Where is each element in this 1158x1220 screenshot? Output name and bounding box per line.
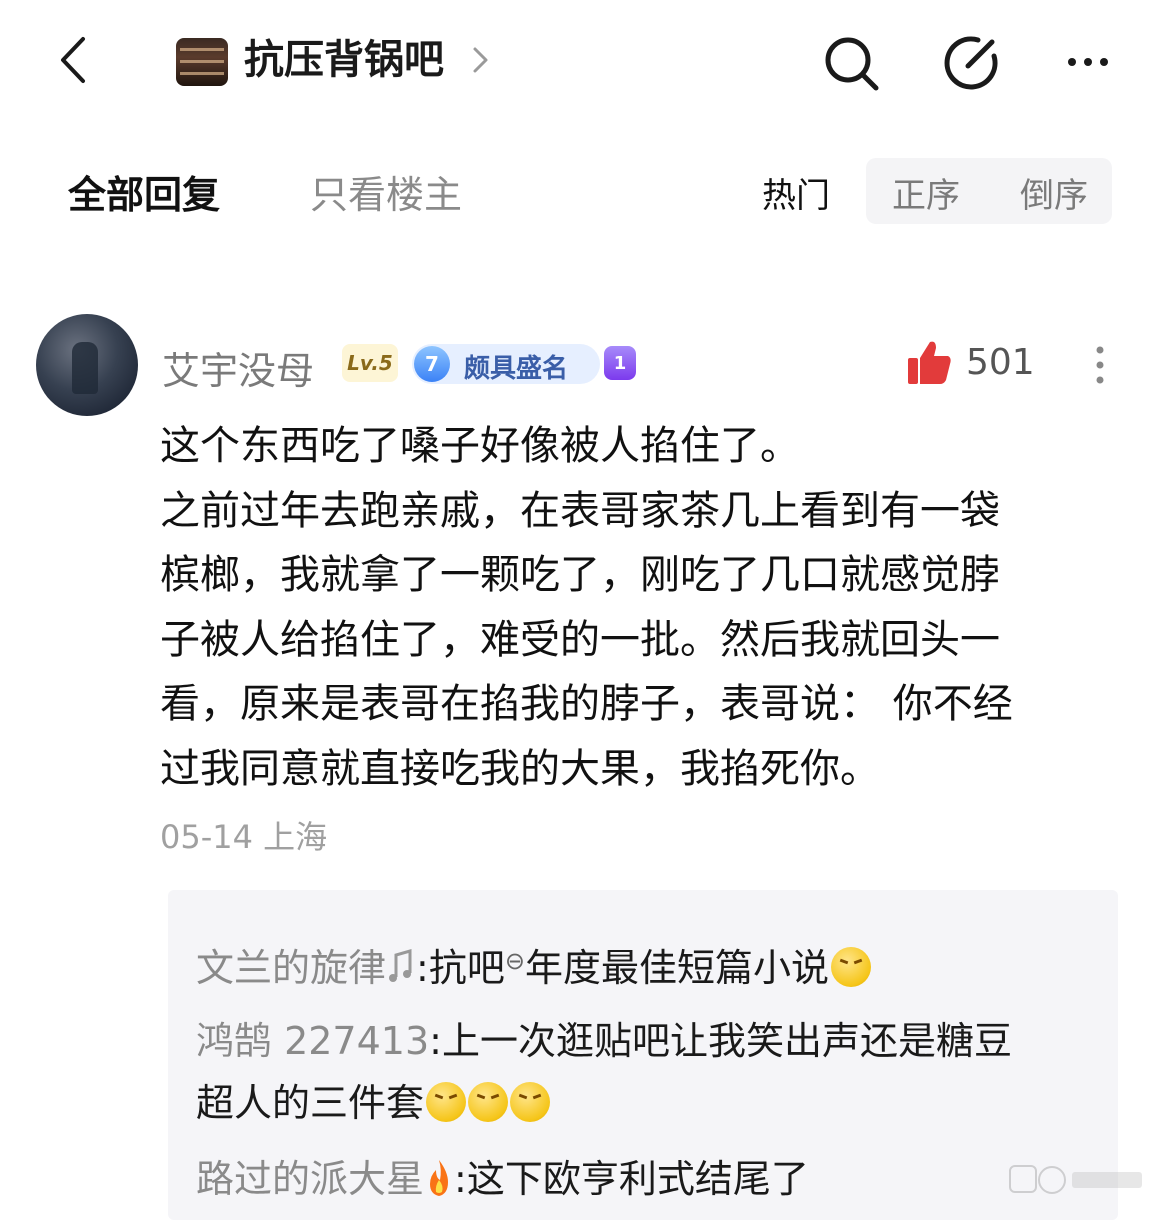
level-badge: Lv.5 <box>342 344 398 382</box>
avatar[interactable] <box>36 314 138 416</box>
comment-line: 子被人给掐住了，难受的一批。然后我就回头一 <box>160 616 1000 663</box>
comment-line: 这个东西吃了嗓子好像被人掐住了。 <box>160 423 800 469</box>
reply-author[interactable]: 鸿鹄 227413 <box>196 1019 429 1063</box>
sub-reply-continued[interactable]: 超人的三件套 <box>196 1072 551 1134</box>
emoji-icon <box>426 1082 467 1122</box>
honor-title: 颇具盛名 <box>464 354 569 384</box>
back-button[interactable] <box>50 30 94 90</box>
comment-line: 槟榔，我就拿了一颗吃了，刚吃了几口就感觉脖 <box>160 552 1000 598</box>
comment-location: 上海 <box>263 818 328 856</box>
reply-text: 这下欧亨利式结尾了 <box>466 1157 809 1201</box>
search-button[interactable] <box>818 30 884 94</box>
reply-author[interactable]: 路过的派大星 <box>196 1157 424 1201</box>
comment-date: 05-14 <box>160 818 253 856</box>
reply-text: 年度最佳短篇小说 <box>524 946 829 990</box>
forum-name[interactable]: 抗压背锅吧 <box>244 30 444 90</box>
fire-icon <box>430 1160 449 1196</box>
watermark-icon <box>1009 1165 1142 1194</box>
edit-button[interactable] <box>938 30 1004 94</box>
comment-line: 之前过年去跑亲戚，在表哥家茶几上看到有一袋 <box>160 487 1000 534</box>
rank-badge: 1 <box>604 346 636 380</box>
username[interactable]: 艾宇没母 <box>162 340 314 395</box>
search-icon <box>825 37 879 91</box>
reply-text: 超人的三件套 <box>196 1081 425 1125</box>
emoji-icon <box>830 947 871 987</box>
sub-reply[interactable]: 路过的派大星:这下欧亨利式结尾了 <box>196 1148 809 1210</box>
sub-reply[interactable]: 文兰的旋律:抗吧⊖年度最佳短篇小说 <box>196 930 871 999</box>
comment-meta: 05-14 上海 <box>160 812 327 858</box>
edit-icon <box>944 36 998 90</box>
emoji-icon <box>510 1082 551 1122</box>
like-count: 501 <box>966 342 1035 383</box>
sort-descending[interactable]: 倒序 <box>1020 168 1088 217</box>
forum-logo[interactable] <box>176 38 228 86</box>
sub-reply[interactable]: 鸿鹄 227413:上一次逛贴吧让我笑出声还是糖豆 <box>196 1010 1012 1072</box>
reply-filter-bar: 全部回复 只看楼主 热门 正序 倒序 <box>0 150 1158 240</box>
comment-line: 看，原来是表哥在掐我的脖子，表哥说： 你不经 <box>160 681 1013 727</box>
reply-text: 抗吧 <box>428 946 505 990</box>
chevron-left-icon <box>61 37 85 83</box>
emoticon-icon: ⊖ <box>504 947 525 975</box>
more-icon <box>1068 58 1108 66</box>
emoji-icon <box>468 1082 509 1122</box>
honor-level-gem: 7 <box>414 346 450 382</box>
comment-body: 这个东西吃了嗓子好像被人掐住了。 之前过年去跑亲戚，在表哥家茶几上看到有一袋 槟… <box>160 414 1130 801</box>
chevron-right-icon[interactable] <box>470 44 492 76</box>
top-bar: 抗压背锅吧 <box>0 0 1158 120</box>
sort-hot[interactable]: 热门 <box>762 168 830 217</box>
reply-text: 上一次逛贴吧让我笑出声还是糖豆 <box>441 1019 1012 1063</box>
tab-all-replies[interactable]: 全部回复 <box>68 164 220 219</box>
thumbs-up-icon[interactable] <box>904 338 954 388</box>
tab-op-only[interactable]: 只看楼主 <box>310 164 462 219</box>
comment-line: 过我同意就直接吃我的大果，我掐死你。 <box>160 745 880 792</box>
more-options-button[interactable] <box>1058 30 1124 94</box>
music-note-icon <box>389 949 412 982</box>
vertical-more-icon[interactable] <box>1086 340 1114 390</box>
reply-author[interactable]: 文兰的旋律 <box>196 946 386 990</box>
sort-ascending[interactable]: 正序 <box>892 168 960 217</box>
